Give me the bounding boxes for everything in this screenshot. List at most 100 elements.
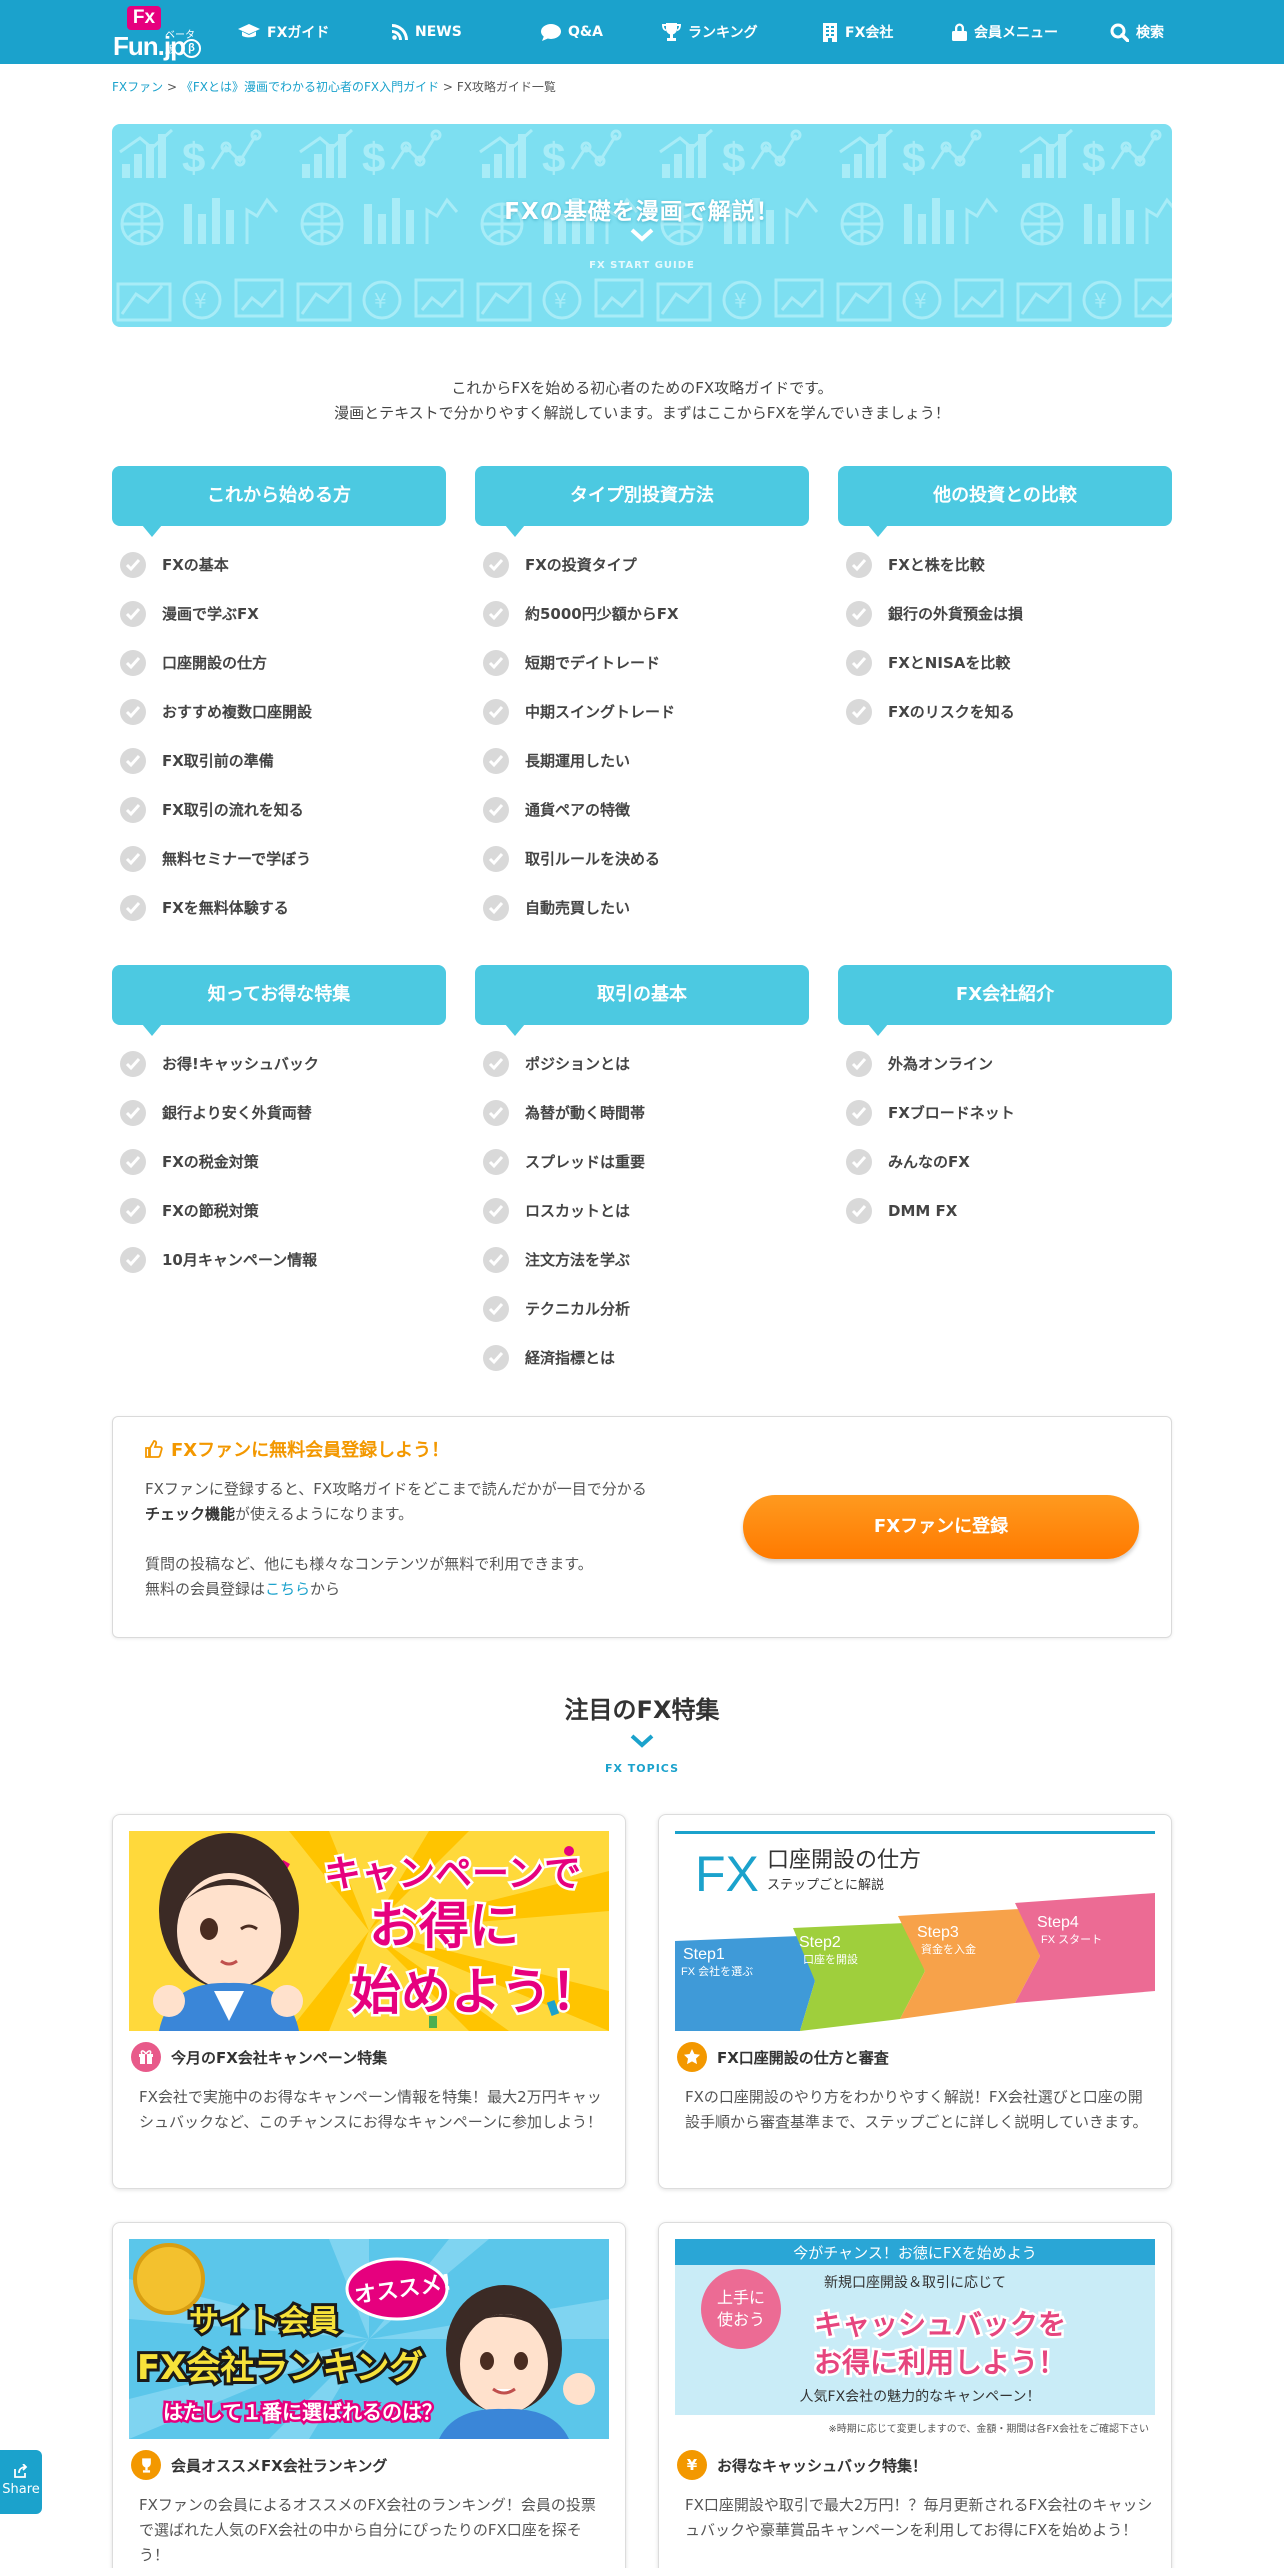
guide-link-label[interactable]: お得!キャッシュバック [162,1053,319,1074]
guide-link-label[interactable]: 無料セミナーで学ぼう [162,848,311,869]
guide-link-item[interactable]: おすすめ複数口座開設 [112,687,446,736]
check-icon[interactable] [120,1197,146,1224]
check-icon[interactable] [483,747,509,774]
guide-link-item[interactable]: 10月キャンペーン情報 [112,1235,446,1284]
topic-card-ranking[interactable]: オススメ! サイト会員 FX会社ランキング はたして１番に選ばれるのは？ 会員オ… [112,2222,626,2568]
guide-link-label[interactable]: 銀行より安く外貨両替 [162,1102,312,1123]
guide-link-label[interactable]: 外為オンライン [888,1053,993,1074]
topic-card-campaign[interactable]: キャンペーンで お得に 始めよう！ 今月のFX会社キャンペーン特集 FX会社で実… [112,1814,626,2189]
guide-link-label[interactable]: FXのリスクを知る [888,701,1015,722]
check-icon[interactable] [483,551,509,578]
guide-link-item[interactable]: FXとNISAを比較 [838,638,1172,687]
breadcrumb-home[interactable]: FXファン [112,80,163,94]
check-icon[interactable] [120,796,146,823]
guide-link-item[interactable]: 経済指標とは [475,1333,809,1382]
check-icon[interactable] [483,698,509,725]
guide-link-item[interactable]: 銀行の外貨預金は損 [838,589,1172,638]
nav-fx-guide[interactable]: FXガイド [238,20,329,44]
check-icon[interactable] [483,1050,509,1077]
topic-card-account-opening[interactable]: FX 口座開設の仕方 ステップごとに解説 Step1 FX 会社を選ぶ Step… [658,1814,1172,2189]
guide-link-label[interactable]: テクニカル分析 [525,1298,630,1319]
guide-link-label[interactable]: FXと株を比較 [888,554,985,575]
nav-fx-companies[interactable]: FX会社 [822,20,893,44]
guide-link-item[interactable]: FXの税金対策 [112,1137,446,1186]
check-icon[interactable] [483,600,509,627]
guide-link-label[interactable]: FXの節税対策 [162,1200,259,1221]
guide-link-label[interactable]: FX取引前の準備 [162,750,274,771]
guide-link-label[interactable]: 中期スイングトレード [525,701,675,722]
nav-news[interactable]: NEWS [392,20,462,44]
guide-link-label[interactable]: FXブロードネット [888,1102,1015,1123]
guide-link-item[interactable]: みんなのFX [838,1137,1172,1186]
check-icon[interactable] [483,1197,509,1224]
nav-search[interactable]: 検索 [1110,20,1164,44]
check-icon[interactable] [846,1050,872,1077]
guide-link-label[interactable]: 注文方法を学ぶ [525,1249,630,1270]
nav-ranking[interactable]: ランキング [662,20,758,44]
guide-link-item[interactable]: 漫画で学ぶFX [112,589,446,638]
guide-link-item[interactable]: FXを無料体験する [112,883,446,932]
guide-link-item[interactable]: FXの投資タイプ [475,540,809,589]
guide-link-label[interactable]: 10月キャンペーン情報 [162,1249,317,1270]
guide-link-item[interactable]: 注文方法を学ぶ [475,1235,809,1284]
guide-link-item[interactable]: FXのリスクを知る [838,687,1172,736]
guide-link-item[interactable]: 短期でデイトレード [475,638,809,687]
check-icon[interactable] [120,698,146,725]
register-button[interactable]: FXファンに登録 [743,1495,1139,1559]
check-icon[interactable] [120,1050,146,1077]
guide-link-label[interactable]: ポジションとは [525,1053,630,1074]
check-icon[interactable] [120,649,146,676]
check-icon[interactable] [483,1295,509,1322]
check-icon[interactable] [120,1246,146,1273]
guide-link-item[interactable]: FX取引前の準備 [112,736,446,785]
breadcrumb-guide[interactable]: 《FXとは》漫画でわかる初心者のFX入門ガイド [181,80,439,94]
guide-link-item[interactable]: 中期スイングトレード [475,687,809,736]
nav-qa[interactable]: Q&A [541,20,603,44]
guide-link-label[interactable]: 経済指標とは [525,1347,615,1368]
guide-link-label[interactable]: 為替が動く時間帯 [525,1102,645,1123]
guide-link-label[interactable]: FX取引の流れを知る [162,799,304,820]
guide-link-item[interactable]: 外為オンライン [838,1039,1172,1088]
guide-link-item[interactable]: 銀行より安く外貨両替 [112,1088,446,1137]
guide-link-item[interactable]: 通貨ペアの特徴 [475,785,809,834]
guide-link-item[interactable]: 長期運用したい [475,736,809,785]
guide-link-item[interactable]: 約5000円少額からFX [475,589,809,638]
guide-link-label[interactable]: スプレッドは重要 [525,1151,645,1172]
guide-link-label[interactable]: みんなのFX [888,1151,970,1172]
register-here-link[interactable]: こちら [265,1580,310,1598]
guide-link-label[interactable]: 自動売買したい [525,897,630,918]
guide-link-item[interactable]: DMM FX [838,1186,1172,1235]
guide-link-item[interactable]: ポジションとは [475,1039,809,1088]
guide-link-label[interactable]: 漫画で学ぶFX [162,603,259,624]
guide-link-item[interactable]: 為替が動く時間帯 [475,1088,809,1137]
guide-link-item[interactable]: 取引ルールを決める [475,834,809,883]
guide-link-item[interactable]: テクニカル分析 [475,1284,809,1333]
check-icon[interactable] [846,600,872,627]
guide-link-label[interactable]: 口座開設の仕方 [162,652,267,673]
guide-link-item[interactable]: FXの節税対策 [112,1186,446,1235]
check-icon[interactable] [846,551,872,578]
check-icon[interactable] [483,1246,509,1273]
check-icon[interactable] [120,845,146,872]
guide-link-label[interactable]: FXとNISAを比較 [888,652,1010,673]
check-icon[interactable] [483,1344,509,1371]
guide-link-label[interactable]: 短期でデイトレード [525,652,660,673]
guide-link-item[interactable]: ロスカットとは [475,1186,809,1235]
check-icon[interactable] [120,1099,146,1126]
guide-link-label[interactable]: FXの税金対策 [162,1151,259,1172]
check-icon[interactable] [483,1099,509,1126]
guide-link-label[interactable]: 長期運用したい [525,750,630,771]
guide-link-label[interactable]: FXを無料体験する [162,897,289,918]
check-icon[interactable] [846,1099,872,1126]
check-icon[interactable] [483,894,509,921]
share-button[interactable]: Share [0,2450,42,2514]
check-icon[interactable] [120,747,146,774]
guide-link-item[interactable]: FXと株を比較 [838,540,1172,589]
topic-card-cashback[interactable]: 今がチャンス！お徳にFXを始めよう 新規口座開設＆取引に応じて 上手に 使おう … [658,2222,1172,2568]
check-icon[interactable] [846,649,872,676]
guide-link-label[interactable]: ロスカットとは [525,1200,630,1221]
guide-link-item[interactable]: 自動売買したい [475,883,809,932]
guide-link-item[interactable]: 無料セミナーで学ぼう [112,834,446,883]
check-icon[interactable] [846,1197,872,1224]
check-icon[interactable] [483,796,509,823]
